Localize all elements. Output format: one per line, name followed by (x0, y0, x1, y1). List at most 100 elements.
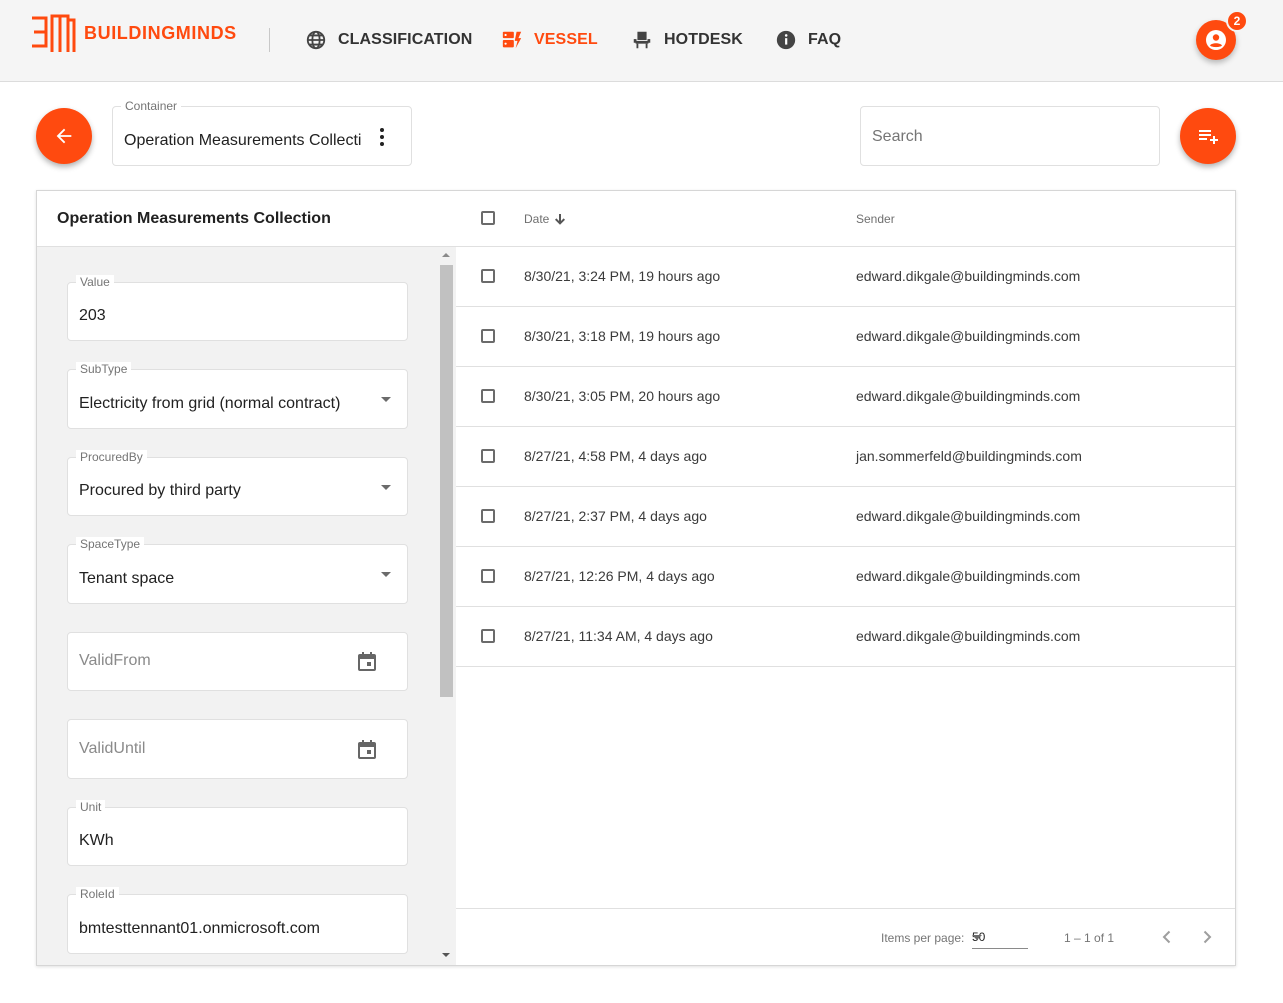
validuntil-field[interactable]: ValidUntil (67, 719, 408, 779)
page-range: 1 – 1 of 1 (1064, 931, 1115, 945)
scroll-up-arrow-icon[interactable] (442, 253, 450, 257)
roleid-field[interactable]: RoleId bmtesttennant01.onmicrosoft.com (67, 887, 408, 954)
nav-vessel[interactable]: VESSEL (500, 28, 598, 52)
detail-title: Operation Measurements Collection (57, 210, 331, 227)
app-header: BUILDINGMINDS CLASSIFICATION VESSEL HOTD… (0, 0, 1283, 82)
cell-date: 8/30/21, 3:24 PM, 19 hours ago (524, 268, 721, 284)
info-icon (774, 28, 798, 52)
cell-date: 8/27/21, 11:34 AM, 4 days ago (524, 628, 713, 644)
items-per-page-label: Items per page: (881, 931, 965, 945)
calendar-icon[interactable] (357, 739, 377, 759)
nav-label: HOTDESK (664, 31, 743, 48)
table-row[interactable]: 8/30/21, 3:24 PM, 19 hours ago edward.dik… (456, 247, 1235, 307)
account-circle-icon (1206, 30, 1226, 50)
container-label: Container (121, 99, 182, 113)
previous-page-button[interactable] (1153, 923, 1181, 951)
field-label: Value (76, 275, 114, 289)
vessel-icon (500, 28, 524, 52)
paginator: Items per page: 50 1 – 1 of 1 (456, 908, 1235, 965)
notification-badge: 2 (1226, 10, 1248, 32)
row-checkbox[interactable] (481, 509, 495, 523)
search-input[interactable] (872, 125, 1142, 149)
scroll-down-arrow-icon[interactable] (442, 953, 450, 957)
messages-table: Date Sender 8/30/21, 3:24 PM, 19 hours a… (456, 191, 1235, 965)
add-entry-button[interactable] (1180, 108, 1236, 164)
dropdown-arrow-icon (972, 935, 982, 940)
cell-date: 8/27/21, 12:26 PM, 4 days ago (524, 568, 715, 584)
field-value: bmtesttennant01.onmicrosoft.com (79, 920, 321, 937)
chevron-right-icon (1203, 930, 1212, 944)
playlist-add-icon (1199, 130, 1218, 144)
buildingminds-logo-icon (32, 14, 76, 52)
cell-date: 8/27/21, 2:37 PM, 4 days ago (524, 508, 707, 524)
container-value: Operation Measurements Collecti (124, 132, 362, 149)
column-label: Date (524, 212, 550, 226)
detail-form: Value 203 SubType Electricity from grid … (37, 247, 456, 965)
row-checkbox[interactable] (481, 629, 495, 643)
table-row[interactable]: 8/30/21, 3:05 PM, 20 hours ago edward.dik… (456, 367, 1235, 427)
next-page-button[interactable] (1193, 923, 1221, 951)
column-header-sender[interactable]: Sender (856, 212, 895, 226)
dropdown-arrow-icon (381, 397, 391, 402)
field-label: ProcuredBy (76, 450, 147, 464)
chevron-left-icon (1162, 930, 1171, 944)
search-field[interactable] (860, 106, 1160, 166)
brand-name: BUILDINGMINDS (84, 22, 237, 43)
table-header: Date Sender (456, 191, 1235, 247)
validfrom-field[interactable]: ValidFrom (67, 632, 408, 691)
detail-header: Operation Measurements Collection (37, 191, 456, 247)
container-select[interactable]: Container Operation Measurements Collect… (112, 99, 412, 166)
cell-sender: edward.dikgale@buildingminds.com (856, 568, 1081, 584)
dropdown-arrow-icon (381, 572, 391, 577)
cell-sender: edward.dikgale@buildingminds.com (856, 388, 1081, 404)
nav-hotdesk[interactable]: HOTDESK (630, 28, 743, 52)
select-all-checkbox[interactable] (481, 211, 495, 225)
scrollbar-thumb[interactable] (440, 265, 453, 697)
field-label: SpaceType (76, 537, 145, 551)
unit-field[interactable]: Unit KWh (67, 800, 408, 866)
row-checkbox[interactable] (481, 389, 495, 403)
spacetype-select[interactable]: SpaceType Tenant space (67, 537, 408, 604)
cell-date: 8/30/21, 3:05 PM, 20 hours ago (524, 388, 721, 404)
table-row[interactable]: 8/27/21, 12:26 PM, 4 days ago edward.dikg… (456, 547, 1235, 607)
cell-sender: edward.dikgale@buildingminds.com (856, 508, 1081, 524)
row-checkbox[interactable] (481, 569, 495, 583)
field-label: RoleId (76, 887, 119, 901)
field-label: Unit (76, 800, 106, 814)
desk-chair-icon (630, 28, 654, 52)
field-placeholder: ValidFrom (79, 652, 151, 669)
field-label: SubType (76, 362, 132, 376)
cell-sender: edward.dikgale@buildingminds.com (856, 628, 1081, 644)
cell-sender: edward.dikgale@buildingminds.com (856, 268, 1081, 284)
cell-sender: edward.dikgale@buildingminds.com (856, 328, 1081, 344)
back-button[interactable] (36, 108, 92, 164)
table-row[interactable]: 8/27/21, 4:58 PM, 4 days ago jan.sommerfe… (456, 427, 1235, 487)
value-field[interactable]: Value 203 (67, 275, 408, 341)
header-divider (269, 28, 270, 52)
table-row[interactable]: 8/27/21, 11:34 AM, 4 days ago edward.dikg… (456, 607, 1235, 667)
page-size-select[interactable]: 50 (972, 929, 1028, 949)
row-checkbox[interactable] (481, 329, 495, 343)
row-checkbox[interactable] (481, 449, 495, 463)
field-value: Electricity from grid (normal contract) (79, 395, 341, 412)
brand-logo[interactable]: BUILDINGMINDS (30, 12, 237, 54)
row-checkbox[interactable] (481, 269, 495, 283)
nav-label: VESSEL (534, 31, 598, 48)
field-value: Tenant space (79, 570, 175, 587)
subtype-select[interactable]: SubType Electricity from grid (normal co… (67, 362, 408, 429)
table-row[interactable]: 8/30/21, 3:18 PM, 19 hours ago edward.dik… (456, 307, 1235, 367)
field-value: KWh (79, 832, 114, 849)
nav-label: FAQ (808, 31, 842, 48)
nav-faq[interactable]: FAQ (774, 28, 841, 52)
globe-icon (304, 28, 328, 52)
nav-classification[interactable]: CLASSIFICATION (304, 28, 472, 52)
cell-date: 8/30/21, 3:18 PM, 19 hours ago (524, 328, 721, 344)
field-value: 203 (79, 307, 106, 324)
more-vert-icon[interactable] (373, 127, 391, 147)
procuredby-select[interactable]: ProcuredBy Procured by third party (67, 450, 408, 516)
arrow-left-icon (56, 128, 72, 144)
table-row[interactable]: 8/27/21, 2:37 PM, 4 days ago edward.dikga… (456, 487, 1235, 547)
column-header-date[interactable]: Date (524, 212, 566, 226)
calendar-icon[interactable] (357, 651, 377, 671)
cell-sender: jan.sommerfeld@buildingminds.com (856, 448, 1082, 464)
